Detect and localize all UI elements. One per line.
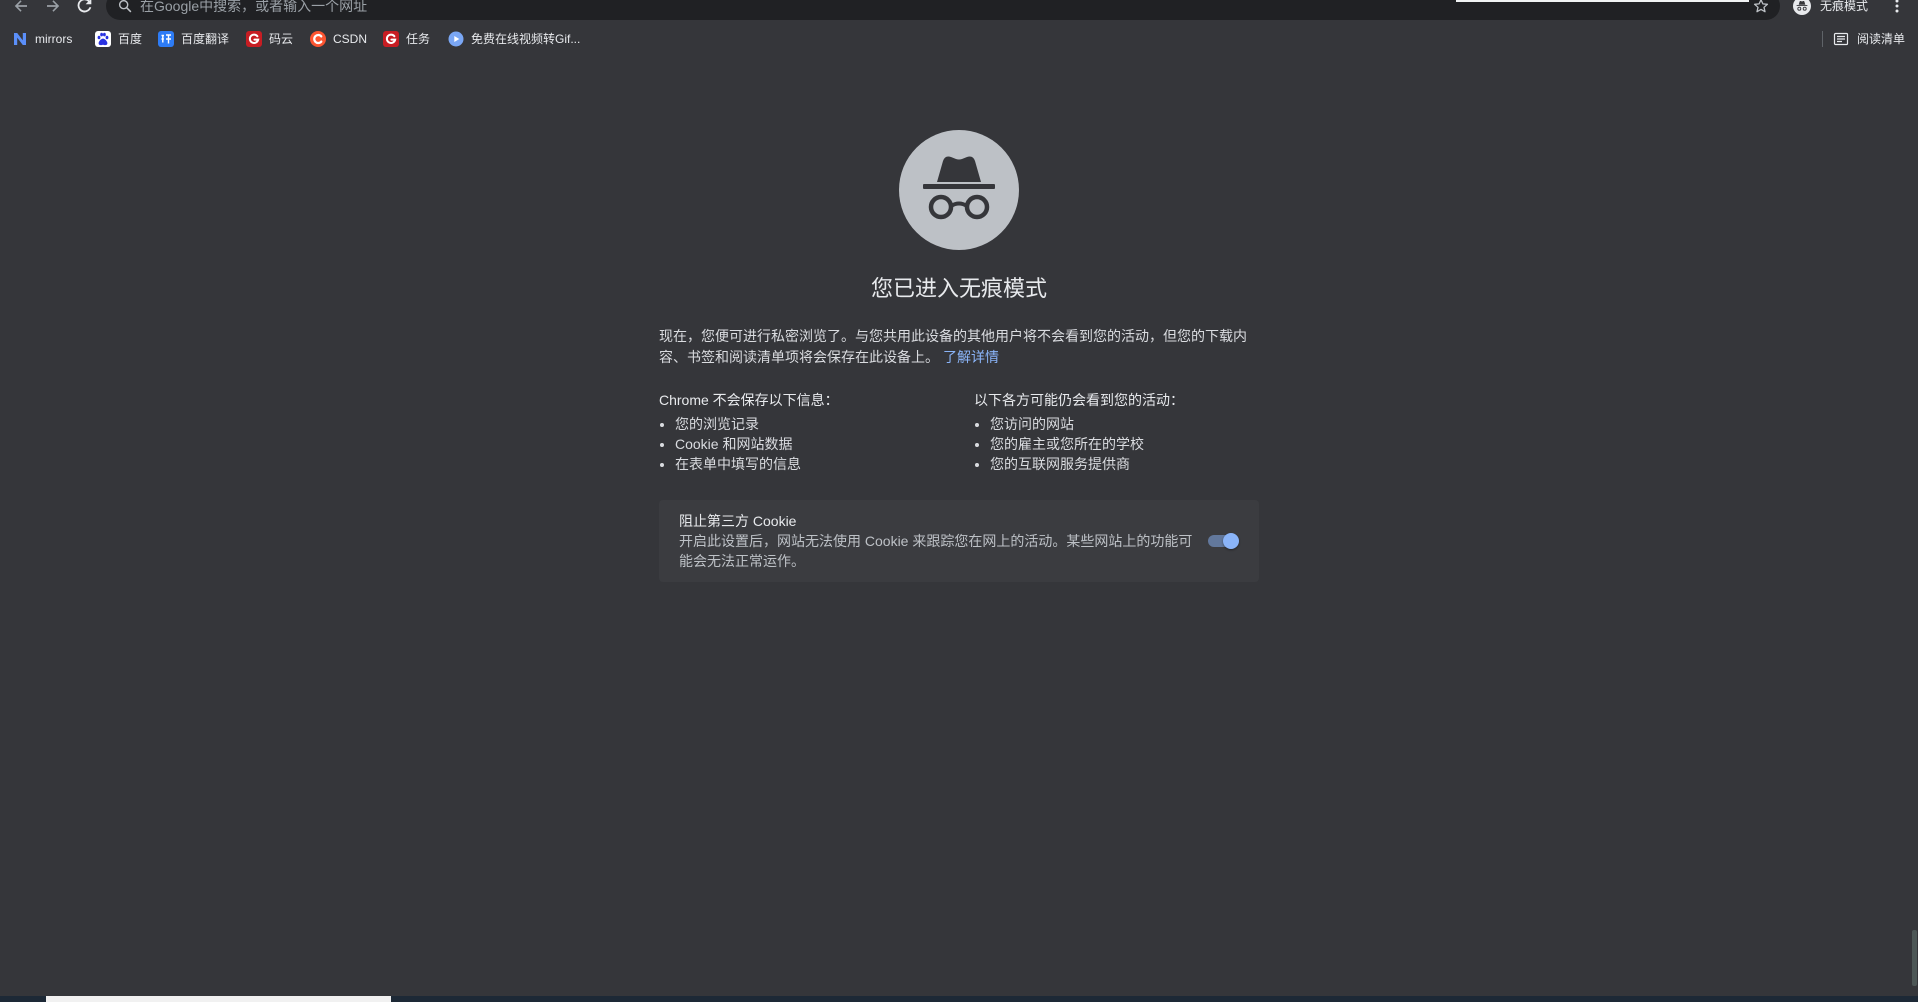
intro-paragraph: 现在，您便可进行私密浏览了。与您共用此设备的其他用户将不会看到您的活动，但您的下… (659, 326, 1259, 368)
bookmarks-bar: mirrors 百度 百度翻译 码云 CSDN 任务 免费在线视频转Gif...… (0, 22, 1918, 54)
back-button[interactable] (13, 0, 29, 14)
csdn-favicon-icon (310, 31, 326, 47)
baidu-favicon-icon (95, 31, 111, 47)
cookie-controls-title: 阻止第三方 Cookie (679, 513, 797, 529)
incognito-avatar-icon (1793, 0, 1811, 15)
incognito-icon (899, 130, 1019, 250)
not-saved-column: Chrome 不会保存以下信息： 您的浏览记录 Cookie 和网站数据 在表单… (659, 390, 974, 474)
list-item: 您的雇主或您所在的学校 (990, 434, 1259, 454)
gif-converter-favicon-icon (448, 31, 464, 47)
more-vert-icon (1895, 0, 1899, 13)
list-item: 您的互联网服务提供商 (990, 454, 1259, 474)
baidu-translate-favicon-icon (158, 31, 174, 47)
list-item: Cookie 和网站数据 (675, 434, 974, 454)
bookmark-baidu-translate[interactable]: 百度翻译 (152, 27, 235, 51)
omnibox[interactable] (106, 0, 1780, 20)
bookmark-mirrors[interactable]: mirrors (6, 27, 78, 51)
toggle-knob (1222, 533, 1239, 549)
bookmark-tasks[interactable]: 任务 (377, 27, 436, 51)
list-item: 您访问的网站 (990, 414, 1259, 434)
gitee-favicon-icon (246, 31, 262, 47)
info-columns: Chrome 不会保存以下信息： 您的浏览记录 Cookie 和网站数据 在表单… (659, 390, 1259, 474)
not-saved-list: 您的浏览记录 Cookie 和网站数据 在表单中填写的信息 (659, 414, 974, 474)
list-item: 您的浏览记录 (675, 414, 974, 434)
bookmark-label: 码云 (269, 32, 294, 46)
page-title: 您已进入无痕模式 (870, 276, 1047, 301)
may-see-column: 以下各方可能仍会看到您的活动： 您访问的网站 您的雇主或您所在的学校 您的互联网… (974, 390, 1259, 474)
incognito-profile-button[interactable]: 无痕模式 (1793, 0, 1868, 16)
back-arrow-icon (14, 0, 27, 12)
browser-toolbar: 无痕模式 (0, 0, 1918, 22)
bookmark-label: 任务 (406, 32, 431, 46)
cookie-controls-text: 阻止第三方 Cookie 开启此设置后，网站无法使用 Cookie 来跟踪您在网… (679, 511, 1201, 571)
bookmark-csdn[interactable]: CSDN (304, 27, 373, 51)
mirrors-favicon-icon (14, 33, 26, 45)
bookmarks-separator (1822, 31, 1823, 47)
reading-list-icon (1833, 32, 1849, 46)
taskbar-window-button[interactable] (46, 996, 391, 1002)
star-icon[interactable] (1753, 0, 1769, 14)
top-overlay-strip (1456, 0, 1749, 2)
bookmark-label: 百度翻译 (181, 32, 230, 46)
learn-more-link[interactable]: 了解详情 (943, 349, 999, 365)
bookmark-gitee[interactable]: 码云 (240, 27, 299, 51)
omnibox-input[interactable] (140, 0, 1740, 16)
forward-arrow-icon (47, 0, 60, 12)
list-item: 在表单中填写的信息 (675, 454, 974, 474)
reload-button[interactable] (77, 0, 93, 14)
reading-list-label: 阅读清单 (1857, 32, 1906, 46)
may-see-heading: 以下各方可能仍会看到您的活动： (974, 392, 1184, 408)
chrome-menu-button[interactable] (1891, 0, 1903, 14)
may-see-list: 您访问的网站 您的雇主或您所在的学校 您的互联网服务提供商 (974, 414, 1259, 474)
bookmark-gif-converter[interactable]: 免费在线视频转Gif... (442, 27, 586, 51)
bookmark-label: mirrors (35, 32, 73, 46)
reload-icon (77, 0, 92, 13)
bookmark-label: 百度 (118, 32, 143, 46)
gitee-favicon-icon (383, 31, 399, 47)
os-taskbar-edge (0, 996, 1918, 1002)
bookmark-label: 免费在线视频转Gif... (471, 32, 581, 46)
cookie-controls-card: 阻止第三方 Cookie 开启此设置后，网站无法使用 Cookie 来跟踪您在网… (659, 500, 1259, 582)
cookie-controls-description: 开启此设置后，网站无法使用 Cookie 来跟踪您在网上的活动。某些网站上的功能… (679, 533, 1193, 569)
incognito-profile-label: 无痕模式 (1820, 0, 1869, 13)
block-third-party-cookies-toggle[interactable] (1208, 533, 1239, 549)
not-saved-heading: Chrome 不会保存以下信息： (659, 392, 839, 408)
reading-list-button[interactable]: 阅读清单 (1827, 27, 1911, 51)
bookmark-label: CSDN (333, 32, 368, 46)
window-edge-decoration (1912, 930, 1917, 986)
forward-button[interactable] (45, 0, 61, 14)
search-icon (118, 0, 132, 13)
bookmark-baidu[interactable]: 百度 (89, 27, 148, 51)
